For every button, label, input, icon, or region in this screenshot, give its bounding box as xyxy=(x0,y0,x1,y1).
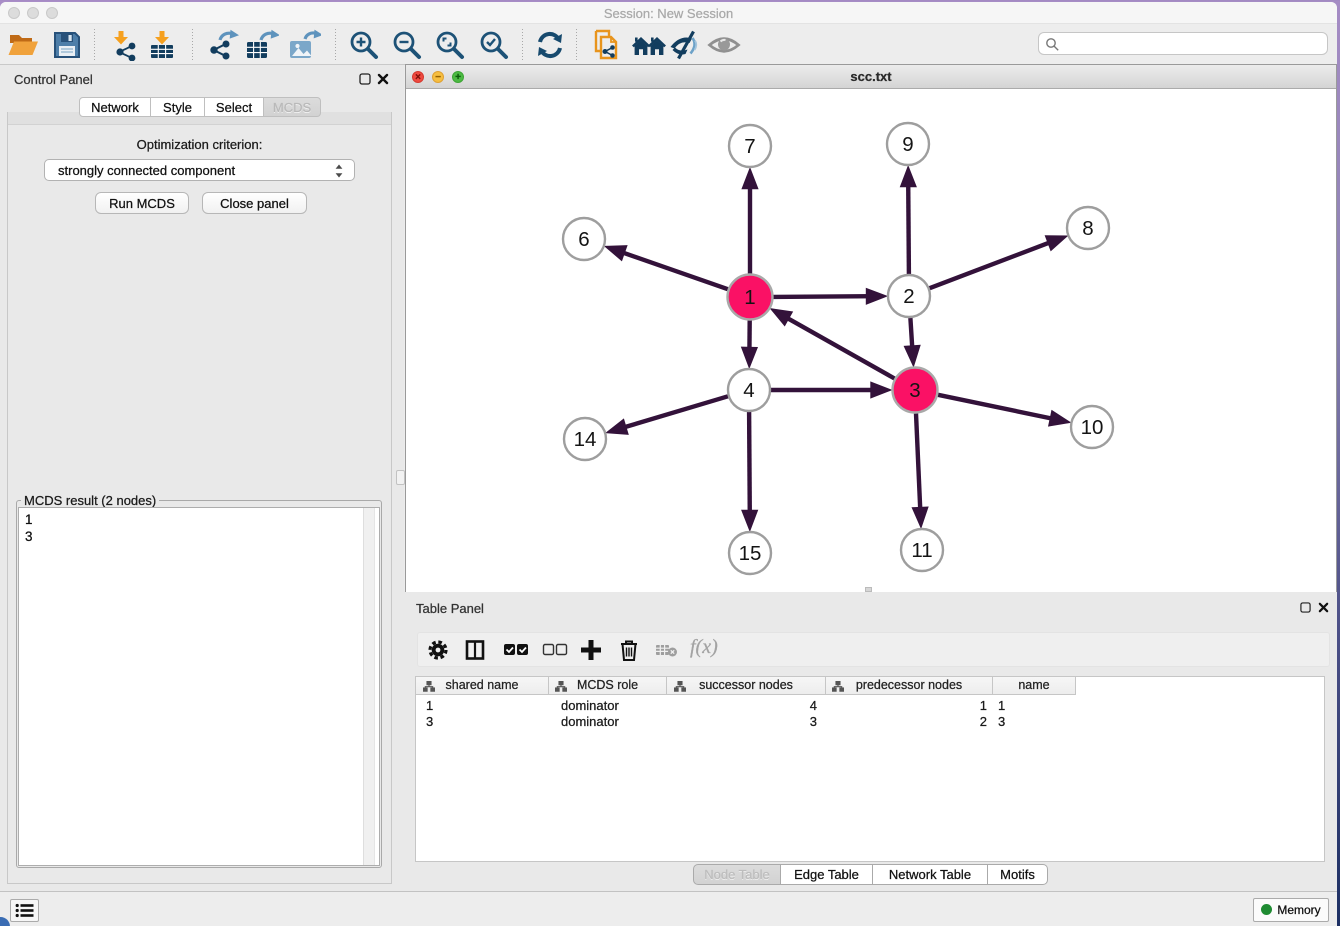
svg-text:7: 7 xyxy=(744,135,755,158)
svg-text:6: 6 xyxy=(578,228,589,251)
svg-text:15: 15 xyxy=(739,542,762,565)
svg-text:9: 9 xyxy=(902,133,913,156)
svg-text:1: 1 xyxy=(744,286,755,309)
svg-text:3: 3 xyxy=(909,379,920,402)
svg-text:10: 10 xyxy=(1081,416,1104,439)
svg-text:11: 11 xyxy=(911,539,932,562)
svg-text:8: 8 xyxy=(1082,217,1093,240)
svg-text:2: 2 xyxy=(903,285,914,308)
svg-text:4: 4 xyxy=(743,379,754,402)
svg-text:14: 14 xyxy=(574,428,597,451)
